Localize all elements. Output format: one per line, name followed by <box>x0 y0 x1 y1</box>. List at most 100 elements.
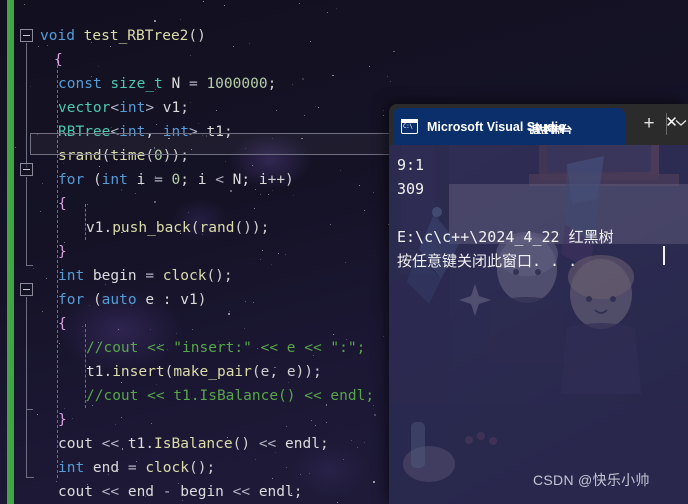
code-line-3: const size_t N = 1000000; <box>58 72 276 96</box>
code-token: for <box>58 292 85 308</box>
code-token: cout <box>58 436 93 452</box>
code-line-13: { <box>58 312 67 336</box>
code-token: clock <box>162 268 207 284</box>
code-token: ( <box>92 292 102 308</box>
code-token: << <box>250 436 286 452</box>
code-line-19: int end = clock(); <box>58 456 215 480</box>
code-token: ) <box>197 292 207 308</box>
code-token: ()); <box>234 220 270 236</box>
code-token: ( <box>190 220 200 236</box>
code-token: int <box>58 268 85 284</box>
debug-console-window[interactable]: Microsoft Visual Studio 调试控制台 ✕ + <box>389 104 688 504</box>
code-line-7: for (int i = 0; i < N; i++) <box>58 168 294 192</box>
code-line-17: } <box>58 408 67 432</box>
code-token: ++) <box>267 172 294 188</box>
console-output-line-2: 309 <box>397 180 425 198</box>
code-token: << <box>92 484 128 500</box>
code-line-9: v1.push_back(rand()); <box>86 216 269 240</box>
console-output-area[interactable]: 9:1 309 E:\c\c++\2024_4_22 红黑树 按任意键关闭此窗口. .… <box>389 145 688 504</box>
code-token: end <box>84 460 128 476</box>
code-token: . <box>103 364 113 380</box>
toolbar-divider <box>666 113 667 135</box>
console-text-caret <box>663 246 665 265</box>
code-token: v1 <box>86 220 104 236</box>
code-token: (e, e)); <box>251 364 322 380</box>
code-token: const <box>58 76 102 92</box>
code-token: () <box>232 436 251 452</box>
code-token: () <box>188 28 206 44</box>
code-token: . <box>103 220 113 236</box>
code-token: ; <box>180 100 189 116</box>
new-tab-icon[interactable]: + <box>641 114 657 133</box>
code-token: begin <box>84 268 146 284</box>
code-token: 1000000 <box>206 76 268 92</box>
code-token: void <box>40 28 75 44</box>
code-token: . <box>145 436 155 452</box>
code-token: N; i <box>223 172 268 188</box>
code-token: ; <box>293 484 303 500</box>
code-token: ; <box>319 436 329 452</box>
code-token: e : v1 <box>136 292 198 308</box>
console-title-bar[interactable]: Microsoft Visual Studio 调试控制台 ✕ + <box>389 104 688 145</box>
code-token: end <box>127 484 155 500</box>
chevron-down-icon[interactable] <box>675 117 688 131</box>
terminal-icon <box>400 118 418 134</box>
code-token: size_t <box>110 76 163 92</box>
code-token: = <box>145 268 155 284</box>
code-token: insert <box>112 364 165 380</box>
console-tab-active[interactable]: Microsoft Visual Studio 调试控制台 <box>393 108 625 145</box>
code-token: - <box>154 484 181 500</box>
code-token: for <box>58 172 85 188</box>
code-line-11: int begin = clock(); <box>58 264 233 288</box>
code-token: vector <box>58 100 111 116</box>
code-token: begin <box>180 484 224 500</box>
code-token: (); <box>206 268 233 284</box>
code-token: N <box>162 76 189 92</box>
code-line-8: { <box>58 192 67 216</box>
code-token: < <box>110 100 120 116</box>
console-tab-title: Microsoft Visual Studio 调试控制台 <box>427 120 617 134</box>
code-token: { <box>58 316 67 332</box>
code-token: make_pair <box>173 364 252 380</box>
code-line-12: for (auto e : v1) <box>58 288 206 312</box>
code-token: test_RBTree2 <box>83 28 189 44</box>
code-line-15: t1.insert(make_pair(e, e)); <box>86 360 322 384</box>
code-token: { <box>58 196 67 212</box>
code-token: endl <box>258 484 294 500</box>
code-token: > <box>145 100 155 116</box>
code-token: } <box>58 412 67 428</box>
code-token: = <box>154 172 163 188</box>
code-token: t1 <box>127 436 146 452</box>
code-token: i <box>127 172 155 188</box>
code-token: 0 <box>171 172 181 188</box>
code-token: ; <box>267 76 277 92</box>
code-line-18: cout << t1.IsBalance() << endl; <box>58 432 329 456</box>
code-token: cout <box>58 484 93 500</box>
code-token: = <box>127 460 137 476</box>
code-token: push_back <box>112 220 191 236</box>
code-token: < <box>215 172 224 188</box>
code-token: auto <box>101 292 137 308</box>
code-line-16: //cout << t1.IsBalance() << endl; <box>86 384 374 408</box>
code-token: int <box>101 172 128 188</box>
code-token: << <box>223 484 259 500</box>
console-output-line-3 <box>397 201 688 225</box>
code-token: << <box>92 436 128 452</box>
code-line-20: cout << end - begin << endl; <box>58 480 302 504</box>
code-token: = <box>188 76 198 92</box>
code-token: int <box>58 460 85 476</box>
code-token: endl <box>285 436 320 452</box>
code-token: ; i <box>180 172 216 188</box>
code-token: int <box>119 100 146 116</box>
code-token: t1 <box>86 364 104 380</box>
code-token: //cout << "insert:" << e << ":"; <box>86 340 366 356</box>
code-line-14: //cout << "insert:" << e << ":"; <box>86 336 365 360</box>
code-token: //cout << t1.IsBalance() << endl; <box>86 388 375 404</box>
code-line-1: void test_RBTree2() <box>40 24 206 48</box>
code-token: IsBalance <box>154 436 233 452</box>
